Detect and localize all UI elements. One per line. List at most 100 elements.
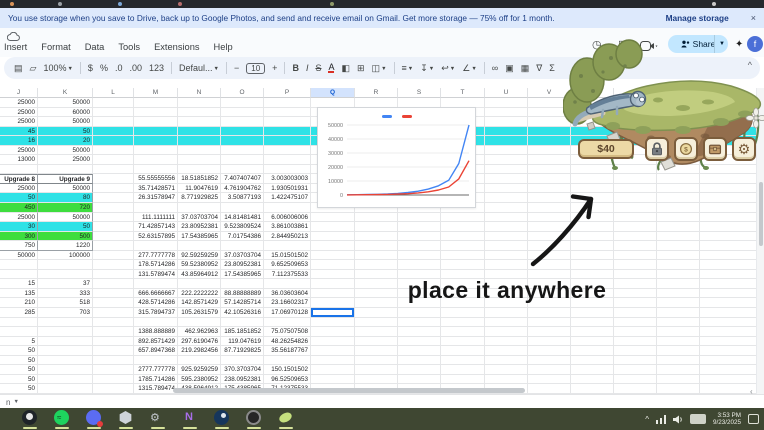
cell-T[interactable]: [441, 260, 485, 270]
clock[interactable]: 3:53 PM 9/23/2025: [713, 412, 741, 426]
cell-L[interactable]: [93, 213, 134, 223]
network-icon[interactable]: [656, 415, 666, 424]
column-header-W[interactable]: W: [571, 88, 614, 98]
text-color-icon[interactable]: A: [328, 63, 334, 73]
cell-Z[interactable]: [700, 117, 764, 127]
cell-V[interactable]: [528, 146, 571, 156]
cell-K[interactable]: [38, 384, 93, 394]
lock-button[interactable]: [645, 137, 669, 161]
cell-P[interactable]: 150.1501502: [264, 365, 311, 375]
cell-Z[interactable]: [700, 308, 764, 318]
insert-comment-icon[interactable]: ▣: [505, 63, 514, 74]
cell-L[interactable]: [93, 365, 134, 375]
cell-K[interactable]: Upgrade 9: [38, 174, 93, 184]
merge-cells-icon[interactable]: ◫▼: [372, 63, 387, 74]
cell-Z[interactable]: [700, 174, 764, 184]
cell-V[interactable]: [528, 346, 571, 356]
cell-P[interactable]: 3.003003003: [264, 174, 311, 184]
cell-V[interactable]: [528, 232, 571, 242]
cell-N[interactable]: 18.51851852: [178, 174, 221, 184]
cell-V[interactable]: [528, 174, 571, 184]
cell-Z[interactable]: [700, 98, 764, 108]
cell-Q[interactable]: [311, 260, 355, 270]
cell-M[interactable]: 71.42857143: [134, 222, 178, 232]
cell-M[interactable]: 26.31578947: [134, 193, 178, 203]
column-header-Z[interactable]: Z: [700, 88, 764, 98]
taskbar-app-notion[interactable]: N: [182, 410, 197, 425]
cell-J[interactable]: Upgrade 8: [0, 174, 38, 184]
cell-Z[interactable]: [700, 108, 764, 118]
format-currency-icon[interactable]: $: [88, 63, 93, 73]
cell-M[interactable]: [134, 136, 178, 146]
cell-O[interactable]: 370.3703704: [221, 365, 264, 375]
cell-T[interactable]: [441, 222, 485, 232]
cell-W[interactable]: [571, 222, 614, 232]
cell-R[interactable]: [355, 356, 398, 366]
increase-font-size-icon[interactable]: +: [272, 63, 277, 73]
cell-V[interactable]: [528, 384, 571, 394]
column-header-R[interactable]: R: [355, 88, 398, 98]
cell-P[interactable]: 17.06970128: [264, 308, 311, 318]
cell-R[interactable]: [355, 375, 398, 385]
cell-K[interactable]: [38, 365, 93, 375]
cell-K[interactable]: 720: [38, 203, 93, 213]
cell-O[interactable]: 87.71929825: [221, 346, 264, 356]
cell-M[interactable]: 55.55555556: [134, 174, 178, 184]
cell-V[interactable]: [528, 308, 571, 318]
cell-K[interactable]: 80: [38, 193, 93, 203]
cell-U[interactable]: [485, 308, 528, 318]
cell-S[interactable]: [398, 318, 441, 328]
cell-U[interactable]: [485, 108, 528, 118]
cell-W[interactable]: [571, 384, 614, 394]
money-button[interactable]: $40: [578, 139, 634, 159]
cell-U[interactable]: [485, 260, 528, 270]
cell-J[interactable]: 300: [0, 232, 38, 242]
cell-R[interactable]: [355, 241, 398, 251]
cell-P[interactable]: [264, 117, 311, 127]
cell-Q[interactable]: [311, 365, 355, 375]
cell-J[interactable]: 25000: [0, 117, 38, 127]
cell-R[interactable]: [355, 346, 398, 356]
cell-V[interactable]: [528, 136, 571, 146]
font-size-value[interactable]: 10: [246, 63, 265, 74]
cell-M[interactable]: [134, 165, 178, 175]
cell-X[interactable]: [614, 193, 657, 203]
cell-W[interactable]: [571, 356, 614, 366]
cell-K[interactable]: 50000: [38, 98, 93, 108]
cell-S[interactable]: [398, 365, 441, 375]
cell-M[interactable]: [134, 203, 178, 213]
cell-Y[interactable]: [657, 356, 700, 366]
cell-P[interactable]: 35.56187767: [264, 346, 311, 356]
version-history-icon[interactable]: ◷: [592, 38, 602, 51]
cell-P[interactable]: [264, 98, 311, 108]
column-header-L[interactable]: L: [93, 88, 134, 98]
cell-M[interactable]: 315.7894737: [134, 308, 178, 318]
create-filter-icon[interactable]: ∇: [536, 63, 542, 74]
comment-history-icon[interactable]: ▣: [618, 38, 628, 51]
cell-J[interactable]: 50: [0, 356, 38, 366]
cell-P[interactable]: 36.03603604: [264, 289, 311, 299]
cell-Q[interactable]: [311, 251, 355, 261]
cell-Z[interactable]: [700, 356, 764, 366]
cell-U[interactable]: [485, 127, 528, 137]
cell-R[interactable]: [355, 289, 398, 299]
taskbar-app-gears[interactable]: ⚙: [150, 410, 165, 425]
cell-Z[interactable]: [700, 165, 764, 175]
column-header-U[interactable]: U: [485, 88, 528, 98]
cell-P[interactable]: [264, 356, 311, 366]
cell-Y[interactable]: [657, 174, 700, 184]
cell-Y[interactable]: [657, 241, 700, 251]
cell-L[interactable]: [93, 184, 134, 194]
cell-J[interactable]: 50: [0, 365, 38, 375]
cell-J[interactable]: 16: [0, 136, 38, 146]
cell-M[interactable]: [134, 146, 178, 156]
cell-W[interactable]: [571, 337, 614, 347]
cell-O[interactable]: [221, 136, 264, 146]
cell-W[interactable]: [571, 308, 614, 318]
cell-S[interactable]: [398, 337, 441, 347]
cell-P[interactable]: [264, 279, 311, 289]
cell-O[interactable]: 14.81481481: [221, 213, 264, 223]
column-header-Y[interactable]: Y: [657, 88, 700, 98]
cell-U[interactable]: [485, 251, 528, 261]
cell-N[interactable]: 23.80952381: [178, 222, 221, 232]
